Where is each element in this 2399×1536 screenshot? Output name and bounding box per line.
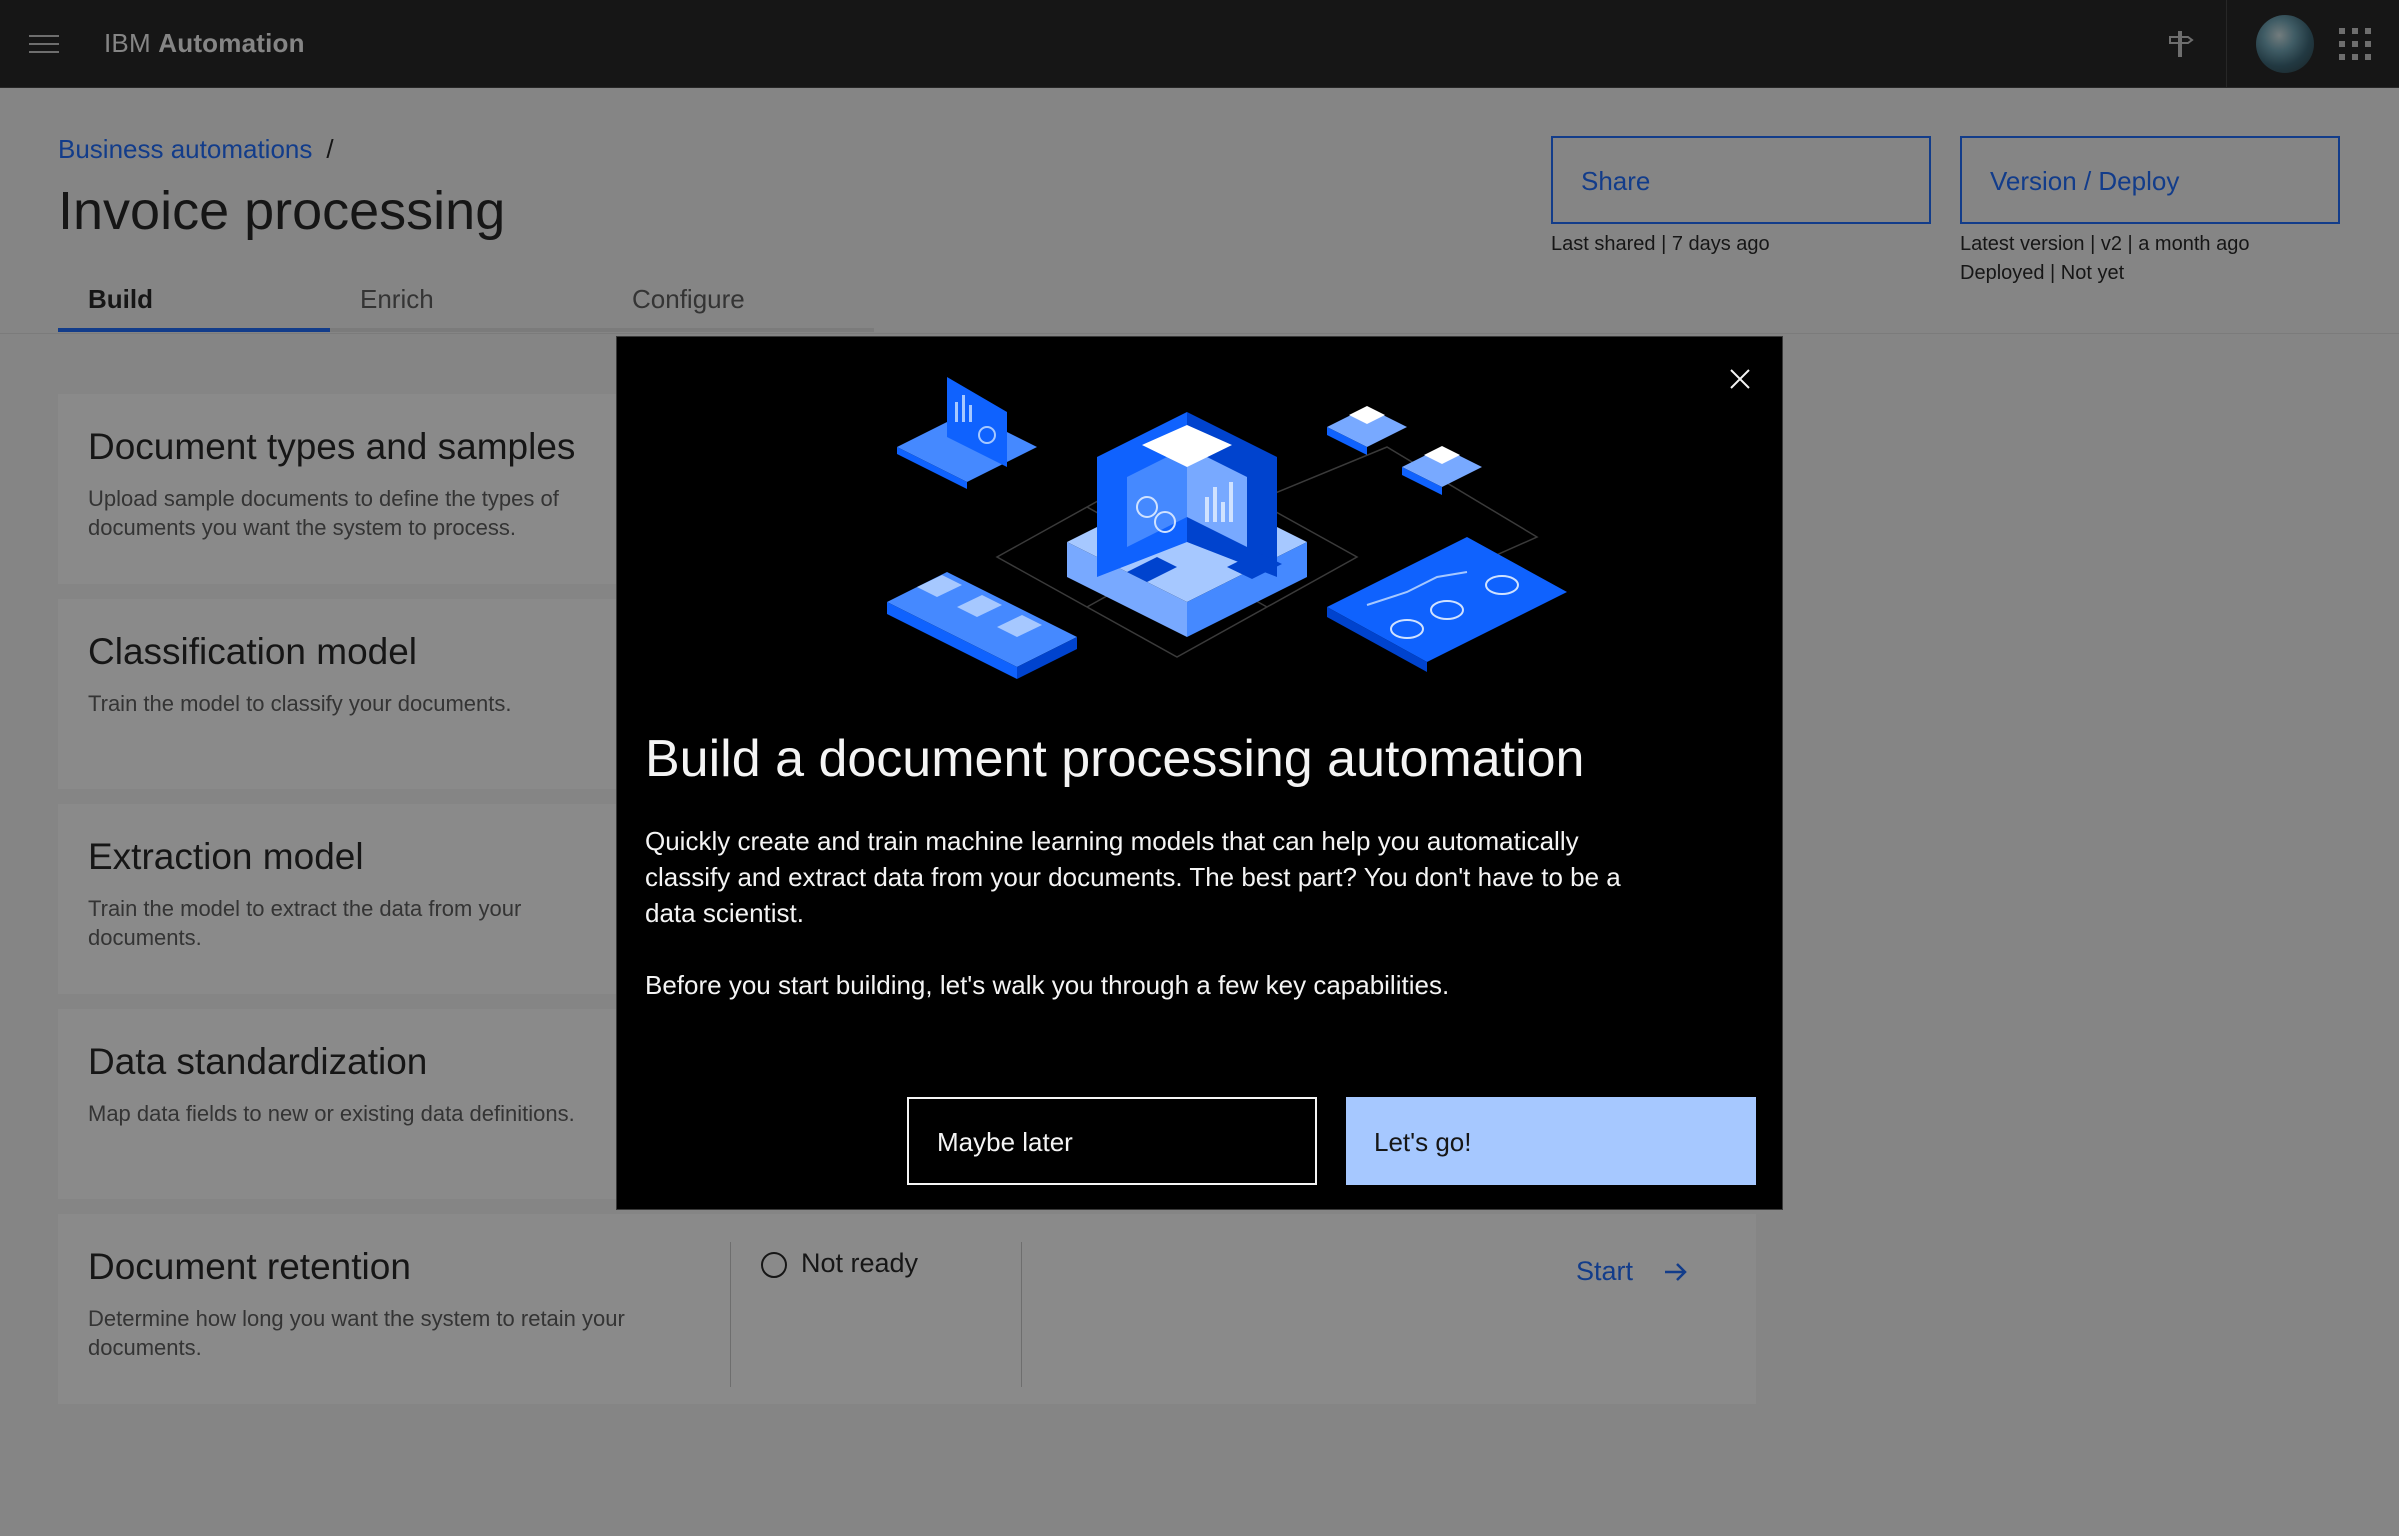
modal-title: Build a document processing automation (645, 730, 1585, 788)
modal-body: Quickly create and train machine learnin… (645, 823, 1645, 1003)
automation-illustration (887, 377, 1567, 679)
close-icon[interactable] (1720, 359, 1760, 399)
modal-body-paragraph: Quickly create and train machine learnin… (645, 826, 1621, 928)
maybe-later-button[interactable]: Maybe later (907, 1097, 1317, 1185)
onboarding-modal: Build a document processing automation Q… (616, 336, 1783, 1210)
modal-body-paragraph: Before you start building, let's walk yo… (645, 970, 1450, 1000)
lets-go-button[interactable]: Let's go! (1346, 1097, 1756, 1185)
